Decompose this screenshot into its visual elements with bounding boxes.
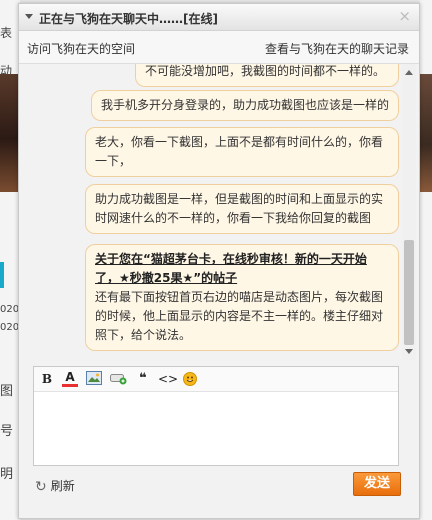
font-color-bar — [62, 384, 78, 387]
scroll-down-icon[interactable] — [405, 349, 413, 354]
insert-image-button[interactable] — [86, 371, 102, 387]
message-bubble: 老大，你看一下截图，上面不是都有时间什么的，你看一下， — [85, 127, 399, 177]
scrollbar-thumb[interactable] — [404, 240, 414, 345]
refresh-button[interactable]: ↻ 刷新 — [35, 477, 75, 495]
background-text: 表 — [0, 26, 13, 40]
chat-nav: 访问飞狗在天的空间 查看与飞狗在天的聊天记录 — [19, 31, 419, 64]
message-bubble: 助力成功截图是一样，但是截图的时间和上面显示的实时网速什么的不一样的，你看一下我… — [85, 184, 399, 234]
message-bubble: 关于您在“猫超茅台卡，在线秒审核！新的一天开始了，★秒撤25果★”的帖子 还有最… — [85, 244, 399, 351]
chat-window: 正在与飞狗在天聊天中……[在线] × 访问飞狗在天的空间 查看与飞狗在天的聊天记… — [18, 3, 420, 519]
font-color-button[interactable]: A — [62, 371, 78, 387]
collapse-arrow-icon[interactable] — [25, 14, 33, 19]
view-history-link[interactable]: 查看与飞狗在天的聊天记录 — [265, 40, 409, 57]
message-bubble: 不可能没增加吧，我截图的时间都不一样的。 — [135, 64, 399, 87]
message-text: 不可能没增加吧，我截图的时间都不一样的。 — [145, 64, 386, 78]
image-icon — [86, 371, 102, 385]
background-text: 号 — [0, 424, 14, 439]
message-scrollbar[interactable] — [402, 64, 416, 360]
background-accent — [0, 262, 4, 288]
background-text: 明 — [0, 467, 14, 482]
message-text: 还有最下面按钮首页右边的喵店是动态图片，每次截图的时候，他上面显示的内容是不主一… — [95, 290, 384, 342]
quote-button[interactable]: ❝ — [136, 371, 150, 387]
message-editor: B A ❝ <> — [33, 366, 399, 466]
window-title: 正在与飞狗在天聊天中……[在线] — [39, 12, 218, 26]
emoji-button[interactable] — [183, 372, 197, 386]
message-list: 不可能没增加吧，我截图的时间都不一样的。 我手机多开分身登录的，助力成功截图也应… — [19, 64, 419, 360]
background-page-left: 表 动 020 020 图 号 明 — [0, 0, 20, 520]
visit-space-link[interactable]: 访问飞狗在天的空间 — [27, 40, 135, 57]
link-icon — [110, 374, 127, 385]
refresh-icon: ↻ — [35, 479, 47, 495]
message-text: 助力成功截图是一样，但是截图的时间和上面显示的实时网速什么的不一样的，你看一下我… — [95, 192, 384, 225]
background-text: 图 — [0, 384, 14, 399]
background-image — [420, 74, 432, 192]
send-button[interactable]: 发送 — [353, 472, 401, 496]
background-image — [0, 74, 20, 192]
smiley-icon — [186, 376, 194, 382]
close-button[interactable]: × — [398, 7, 411, 25]
refresh-label: 刷新 — [50, 479, 75, 493]
thread-link[interactable]: 关于您在“猫超茅台卡，在线秒审核！新的一天开始了，★秒撤25果★”的帖子 — [95, 252, 367, 285]
background-page-right — [420, 0, 432, 520]
message-text: 老大，你看一下截图，上面不是都有时间什么的，你看一下， — [95, 135, 384, 168]
insert-link-button[interactable] — [110, 371, 128, 387]
editor-toolbar: B A ❝ <> — [34, 367, 398, 392]
code-button[interactable]: <> — [158, 371, 178, 387]
message-bubble: 我手机多开分身登录的，助力成功截图也应该是一样的 — [91, 90, 399, 121]
font-color-icon: A — [65, 370, 75, 384]
title-bar[interactable]: 正在与飞狗在天聊天中……[在线] × — [19, 4, 419, 31]
background-text: 020 — [0, 322, 20, 333]
bold-button[interactable]: B — [40, 371, 54, 387]
message-input[interactable] — [34, 392, 398, 465]
background-text: 020 — [0, 304, 20, 315]
scroll-up-icon[interactable] — [405, 70, 413, 75]
message-text: 我手机多开分身登录的，助力成功截图也应该是一样的 — [101, 98, 390, 112]
